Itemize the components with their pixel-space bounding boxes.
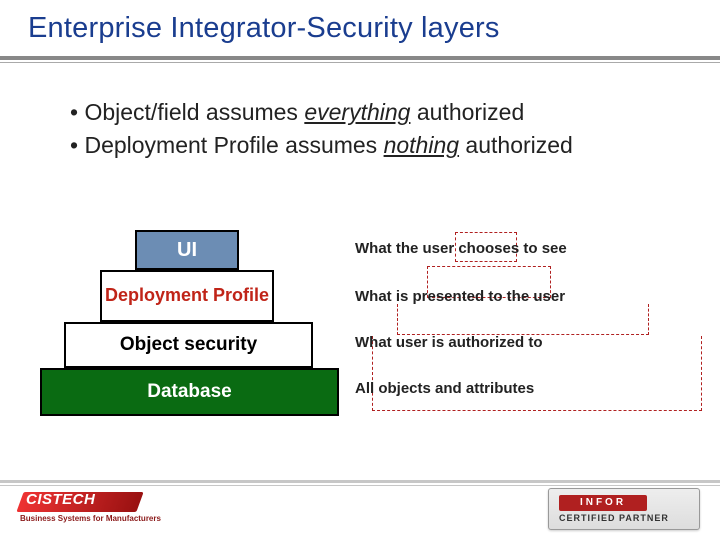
diagram: UI Deployment Profile Object security Da… [0, 230, 720, 470]
cistech-logo: CISTECH Business Systems for Manufacture… [20, 492, 180, 534]
bullet-2-post: authorized [459, 132, 573, 158]
footer-rule-thin [0, 485, 720, 486]
bullet-1-post: authorized [410, 99, 524, 125]
bullet-list: Object/field assumes everything authoriz… [30, 97, 720, 163]
bullet-2-pre: Deployment Profile assumes [84, 132, 383, 158]
infor-badge: INFOR CERTIFIED PARTNER [548, 488, 700, 530]
footer: CISTECH Business Systems for Manufacture… [0, 480, 720, 540]
dashed-box-3 [397, 304, 649, 335]
footer-rule [0, 480, 720, 483]
bullet-2-em: nothing [384, 132, 459, 158]
bullet-2: Deployment Profile assumes nothing autho… [70, 130, 720, 161]
bullet-1: Object/field assumes everything authoriz… [70, 97, 720, 128]
cistech-logo-tagline: Business Systems for Manufacturers [20, 514, 161, 523]
desc-ui: What the user chooses to see [355, 240, 567, 257]
desc-deployment-profile: What is presented to the user [355, 288, 565, 305]
layer-dp-label: Deployment Profile [105, 286, 269, 306]
layer-ui: UI [135, 230, 239, 270]
cistech-logo-text: CISTECH [26, 491, 95, 508]
slide: Enterprise Integrator-Security layers Ob… [0, 0, 720, 540]
layer-object-security: Object security [64, 322, 313, 368]
desc-object-security: What user is authorized to [355, 334, 543, 351]
title-rule [0, 56, 720, 60]
bullet-1-pre: Object/field assumes [84, 99, 304, 125]
layer-database: Database [40, 368, 339, 416]
title-rule-thin [0, 62, 720, 63]
infor-badge-name: INFOR [559, 495, 647, 511]
layer-deployment-profile: Deployment Profile [100, 270, 274, 322]
desc-database: All objects and attributes [355, 380, 534, 397]
bullet-1-em: everything [304, 99, 410, 125]
infor-badge-cert: CERTIFIED PARTNER [559, 513, 669, 523]
slide-title: Enterprise Integrator-Security layers [0, 0, 720, 45]
